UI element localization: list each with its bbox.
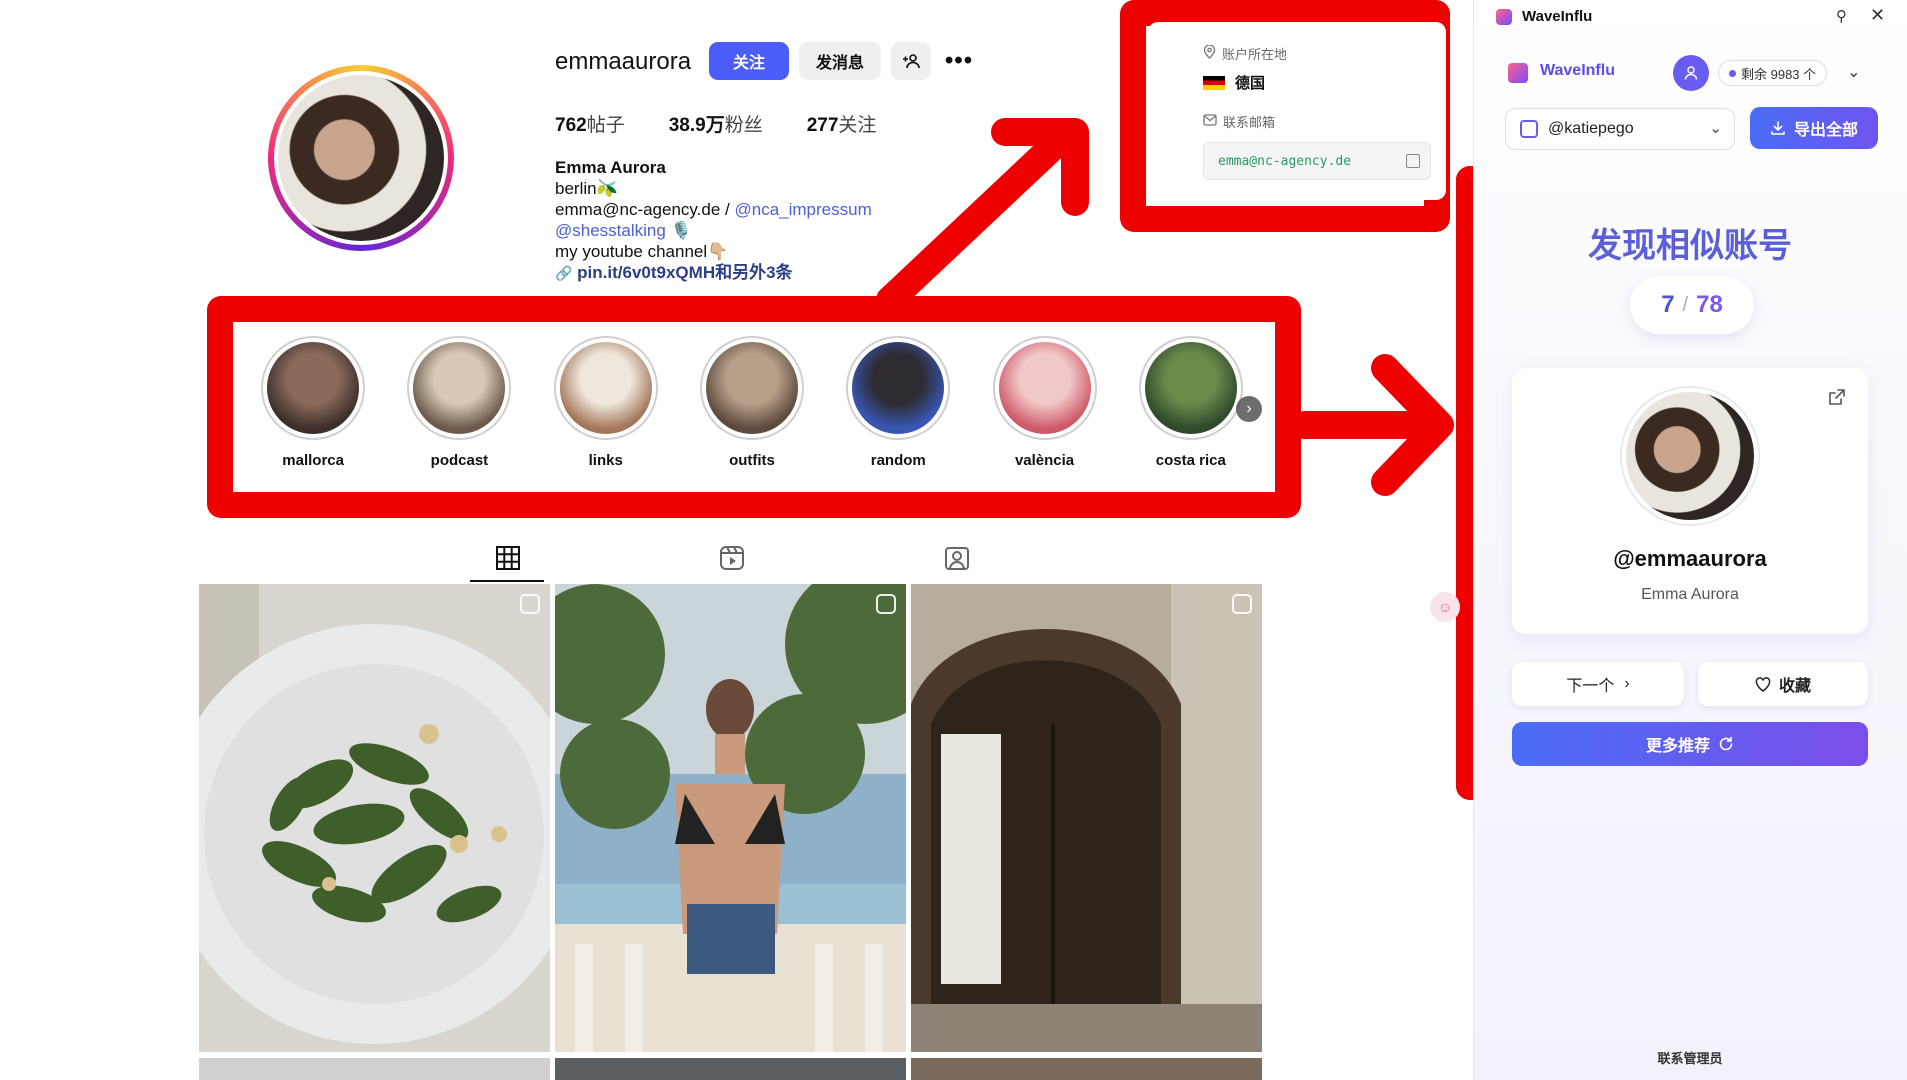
pin-icon[interactable]: ⚲: [1836, 7, 1847, 25]
similar-accounts-title: 发现相似账号: [1588, 227, 1792, 265]
quota-badge: 剩余 9983 个: [1718, 60, 1828, 86]
grid-icon[interactable]: [494, 544, 522, 572]
location-label: 账户所在地: [1203, 44, 1287, 63]
chevron-right-icon: ›: [1624, 675, 1630, 692]
microphone-emoji: 🎙️: [670, 221, 692, 240]
post-thumbnail[interactable]: [911, 584, 1262, 1052]
bio-email: emma@nc-agency.de /: [555, 200, 730, 219]
suggested-profile-handle[interactable]: @emmaaurora: [1512, 546, 1868, 572]
location-pin-icon: [1203, 44, 1216, 62]
reel-badge-icon: [520, 594, 540, 614]
heart-icon: [1755, 676, 1771, 692]
suggested-profile-avatar[interactable]: [1622, 388, 1758, 524]
external-link-icon[interactable]: [1828, 388, 1846, 406]
account-select[interactable]: @katiepego ⌄: [1505, 108, 1735, 150]
folder-icon: [1520, 120, 1538, 138]
tagged-icon[interactable]: [943, 544, 971, 572]
download-icon: [1771, 121, 1785, 135]
more-options-button[interactable]: •••: [942, 46, 976, 76]
post-thumbnail[interactable]: [555, 1058, 906, 1080]
bio-external-link[interactable]: pin.it/6v0t9xQMH和另外3条: [577, 263, 792, 282]
mail-icon: [1203, 114, 1217, 129]
multi-photo-badge-icon: [876, 594, 896, 614]
profile-username: emmaaurora: [555, 48, 692, 75]
result-counter: 7 / 78: [1630, 276, 1754, 334]
germany-flag-icon: [1203, 75, 1225, 90]
waveinflu-logo-icon: [1496, 9, 1512, 25]
chevron-down-icon[interactable]: ⌄: [1847, 62, 1860, 82]
favorite-button[interactable]: 收藏: [1698, 662, 1868, 706]
tab-active-indicator: [470, 580, 544, 582]
reel-badge-icon: [1232, 594, 1252, 614]
annotation-arrow: [876, 118, 1089, 310]
bio-mention-link[interactable]: @nca_impressum: [734, 200, 871, 219]
contact-admin-link[interactable]: 联系管理员: [1473, 1048, 1907, 1067]
profile-stats: 762帖子 38.9万粉丝 277关注: [555, 110, 876, 137]
email-field[interactable]: emma@nc-agency.de: [1203, 142, 1431, 180]
annotation-arrow: [1300, 354, 1454, 496]
followers-count[interactable]: 38.9万粉丝: [669, 110, 763, 137]
status-dot-icon: [1729, 69, 1736, 77]
post-thumbnail[interactable]: [555, 584, 906, 1052]
annotation-box-highlights: [207, 296, 1301, 518]
bio-name: Emma Aurora: [555, 158, 666, 177]
message-button[interactable]: 发消息: [799, 42, 881, 80]
copy-icon[interactable]: [1406, 154, 1420, 168]
email-label: 联系邮箱: [1203, 112, 1275, 131]
waveinflu-logo-icon: [1508, 63, 1528, 83]
add-user-button[interactable]: [891, 42, 931, 80]
following-count[interactable]: 277关注: [807, 110, 877, 137]
export-all-button[interactable]: 导出全部: [1750, 107, 1878, 149]
post-thumbnail[interactable]: [199, 584, 550, 1052]
bio-line: my youtube channel👇🏼: [555, 242, 729, 261]
brand-name: WaveInflu: [1540, 62, 1615, 79]
floating-assistant-icon[interactable]: ☺: [1430, 592, 1460, 622]
post-thumbnail[interactable]: [199, 1058, 550, 1080]
link-icon: 🔗: [555, 265, 573, 281]
more-recommendations-button[interactable]: 更多推荐: [1512, 722, 1868, 766]
reels-icon[interactable]: [718, 544, 746, 572]
next-button[interactable]: 下一个 ›: [1512, 662, 1684, 706]
location-country: 德国: [1203, 72, 1265, 93]
suggested-profile-name: Emma Aurora: [1641, 586, 1739, 603]
posts-count[interactable]: 762帖子: [555, 110, 625, 137]
close-icon[interactable]: ✕: [1870, 5, 1885, 26]
refresh-icon: [1719, 736, 1733, 751]
post-thumbnail[interactable]: [911, 1058, 1262, 1080]
chevron-down-icon: ⌄: [1709, 120, 1722, 137]
panel-title: WaveInflu: [1522, 8, 1593, 25]
follow-button[interactable]: 关注: [709, 42, 789, 80]
user-icon: [1684, 66, 1698, 80]
user-avatar-button[interactable]: [1673, 55, 1709, 91]
bio-mention-link[interactable]: @shesstalking: [555, 221, 666, 240]
add-user-icon: [903, 54, 920, 69]
profile-avatar[interactable]: [268, 65, 454, 251]
bio-line: berlin🫒: [555, 179, 618, 198]
profile-bio: Emma Aurora berlin🫒 emma@nc-agency.de / …: [555, 157, 872, 284]
